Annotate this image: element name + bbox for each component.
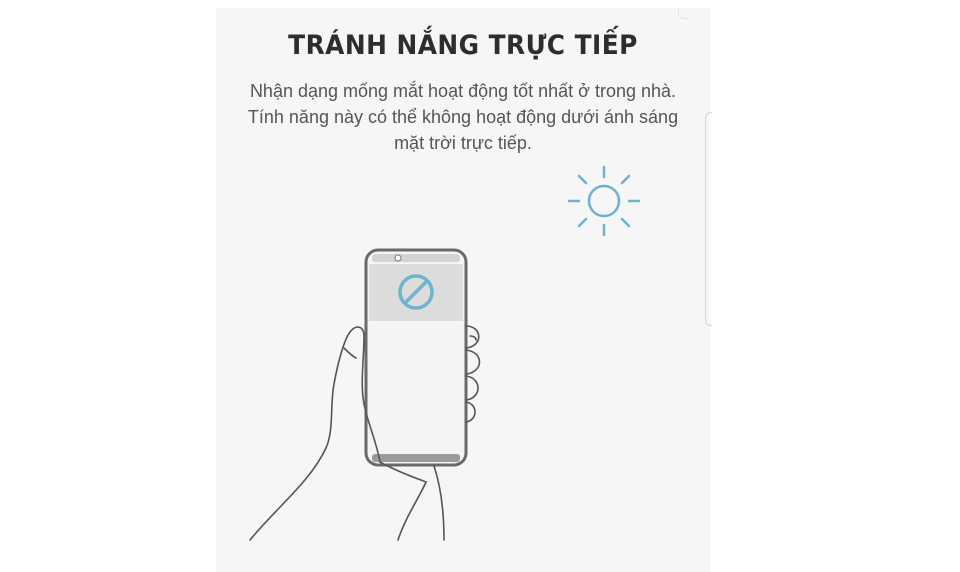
sun-icon (567, 165, 641, 237)
hand-holding-phone-illustration (249, 248, 481, 541)
phone-bottom-bar (372, 454, 460, 462)
description-line-2: Tính năng này có thể không hoạt động dướ… (247, 107, 679, 127)
camera-icon (394, 254, 402, 262)
corner-mark (678, 8, 689, 19)
description: Nhận dạng mống mắt hoạt động tốt nhất ở … (216, 78, 710, 156)
description-line-1: Nhận dạng mống mắt hoạt động tốt nhất ở … (249, 81, 677, 101)
page-title: TRÁNH NẮNG TRỰC TIẾP (288, 30, 638, 61)
phone-top-bar (372, 254, 460, 262)
description-line-3: mặt trời trực tiếp. (394, 133, 532, 153)
iris-guide-screen: TRÁNH NẮNG TRỰC TIẾP Nhận dạng mống mắt … (0, 0, 960, 572)
